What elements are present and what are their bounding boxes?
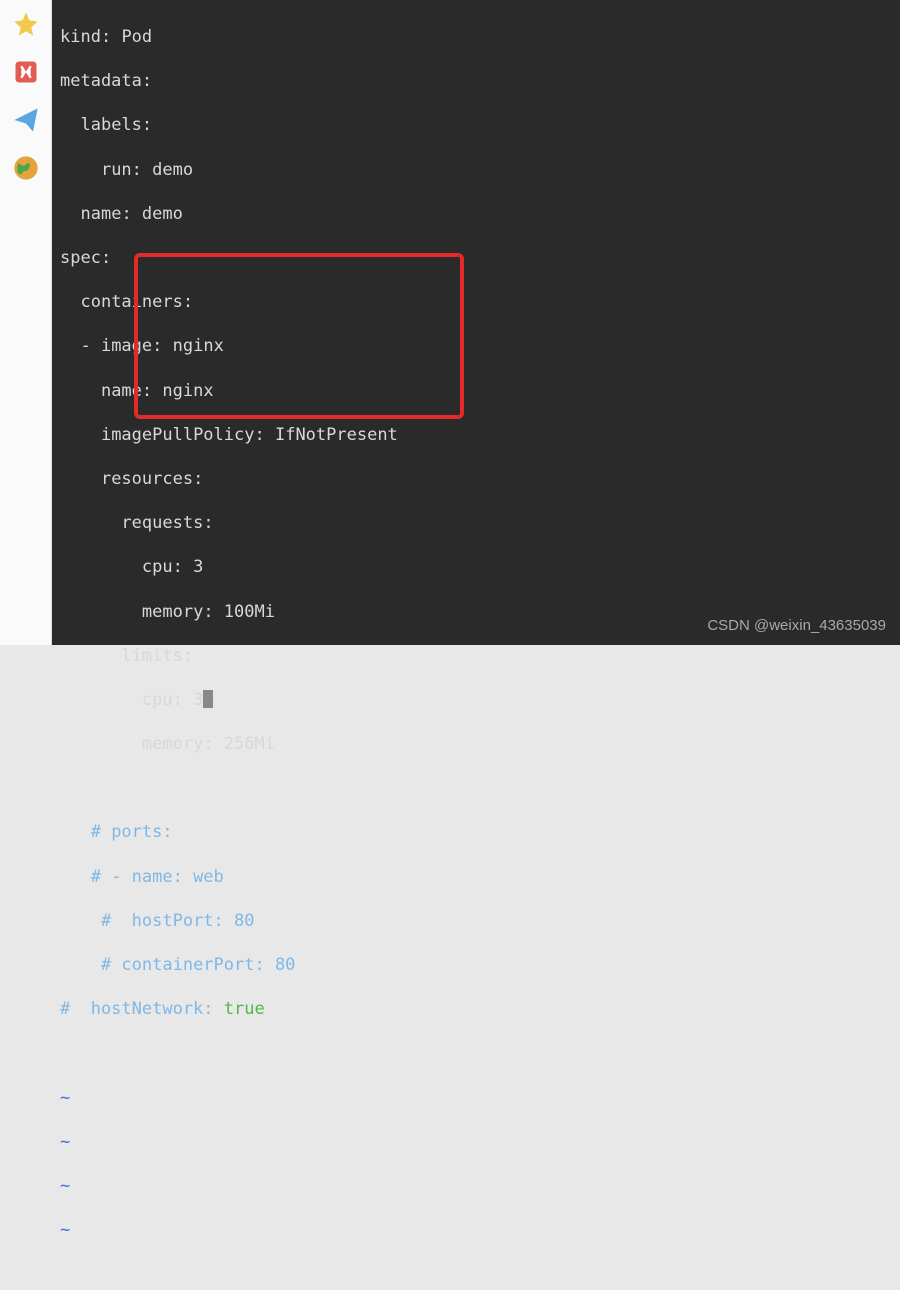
cursor [203, 690, 213, 708]
yaml-line: imagePullPolicy: IfNotPresent [56, 424, 900, 446]
paper-plane-icon[interactable] [8, 102, 44, 138]
yaml-line: cpu: 3 [56, 689, 900, 711]
vim-tilde: ~ [56, 1087, 900, 1109]
yaml-comment: # hostNetwork: true [56, 998, 900, 1020]
watermark: CSDN @weixin_43635039 [707, 616, 886, 636]
yaml-line: name: demo [56, 203, 900, 225]
yaml-line: metadata: [56, 70, 900, 92]
vim-tilde: ~ [56, 1219, 900, 1241]
yaml-line [56, 777, 900, 799]
yaml-line: containers: [56, 291, 900, 313]
globe-icon[interactable] [8, 150, 44, 186]
yaml-comment: # containerPort: 80 [56, 954, 900, 976]
yaml-comment: # hostPort: 80 [56, 910, 900, 932]
vim-tilde: ~ [56, 1175, 900, 1197]
yaml-line: name: nginx [56, 380, 900, 402]
yaml-line: cpu: 3 [56, 556, 900, 578]
yaml-line: requests: [56, 512, 900, 534]
yaml-line: resources: [56, 468, 900, 490]
yaml-comment: # ports: [56, 821, 900, 843]
star-icon[interactable] [8, 6, 44, 42]
vim-tilde: ~ [56, 1131, 900, 1153]
yaml-line: limits: [56, 645, 900, 667]
yaml-line: memory: 256Mi [56, 733, 900, 755]
tool-icon[interactable] [8, 54, 44, 90]
yaml-line: run: demo [56, 159, 900, 181]
yaml-comment: # - name: web [56, 866, 900, 888]
yaml-line [56, 1042, 900, 1064]
yaml-line: labels: [56, 114, 900, 136]
yaml-line: spec: [56, 247, 900, 269]
code-editor[interactable]: kind: Pod metadata: labels: run: demo na… [52, 0, 900, 645]
yaml-line: - image: nginx [56, 335, 900, 357]
sidebar [0, 0, 52, 645]
yaml-line: kind: Pod [56, 26, 900, 48]
